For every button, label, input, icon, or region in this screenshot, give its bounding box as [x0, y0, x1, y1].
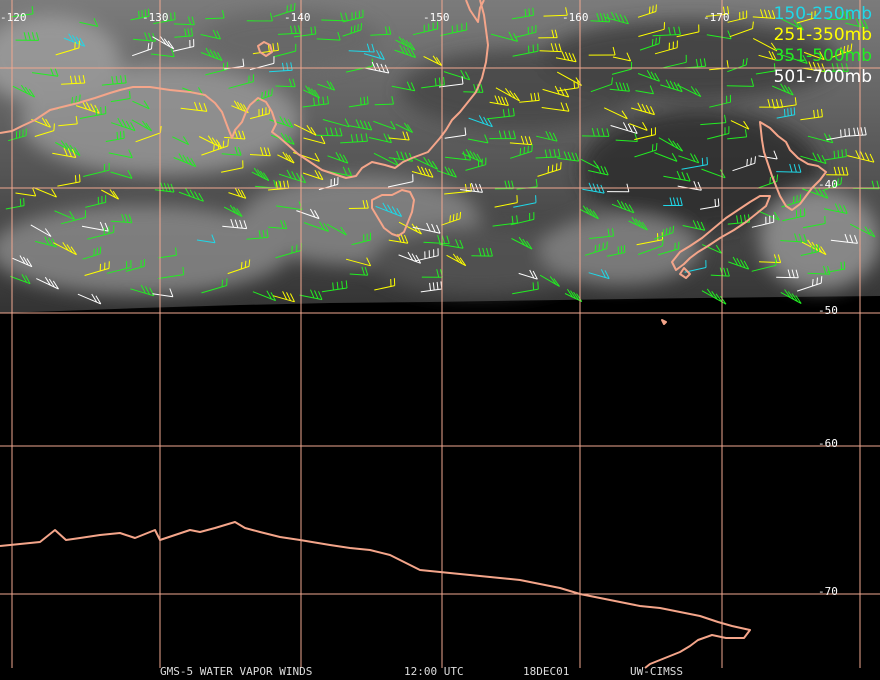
legend-item-351-500: 351-500mb: [773, 46, 872, 66]
lon-label-170: -170: [703, 11, 730, 24]
satellite-map: [0, 0, 880, 680]
lon-label-150: -150: [423, 11, 450, 24]
lat-label-40: -40: [818, 178, 838, 191]
lon-label-160: -160: [562, 11, 589, 24]
legend-item-501-700: 501-700mb: [773, 67, 872, 87]
legend-item-150-250: 150-250mb: [773, 4, 872, 24]
satellite-product: GMS-5 WATER VAPOR WINDS: [160, 665, 313, 678]
lat-label-70: -70: [818, 585, 838, 598]
small-island: [661, 319, 667, 325]
observation-time: 12:00 UTC: [404, 665, 464, 678]
lat-label-50: -50: [818, 304, 838, 317]
lon-label-120: -120: [0, 11, 27, 24]
observation-date: 18DEC01: [523, 665, 570, 678]
image-caption: GMS-5 WATER VAPOR WINDS 12:00 UTC 18DEC0…: [0, 665, 880, 679]
pressure-legend: 150-250mb 251-350mb 351-500mb 501-700mb: [774, 4, 872, 88]
lon-label-130: -130: [142, 11, 169, 24]
credit-label: UW-CIMSS: [630, 665, 683, 678]
lon-label-140: -140: [284, 11, 311, 24]
legend-item-251-350: 251-350mb: [773, 25, 872, 45]
lat-label-60: -60: [818, 437, 838, 450]
